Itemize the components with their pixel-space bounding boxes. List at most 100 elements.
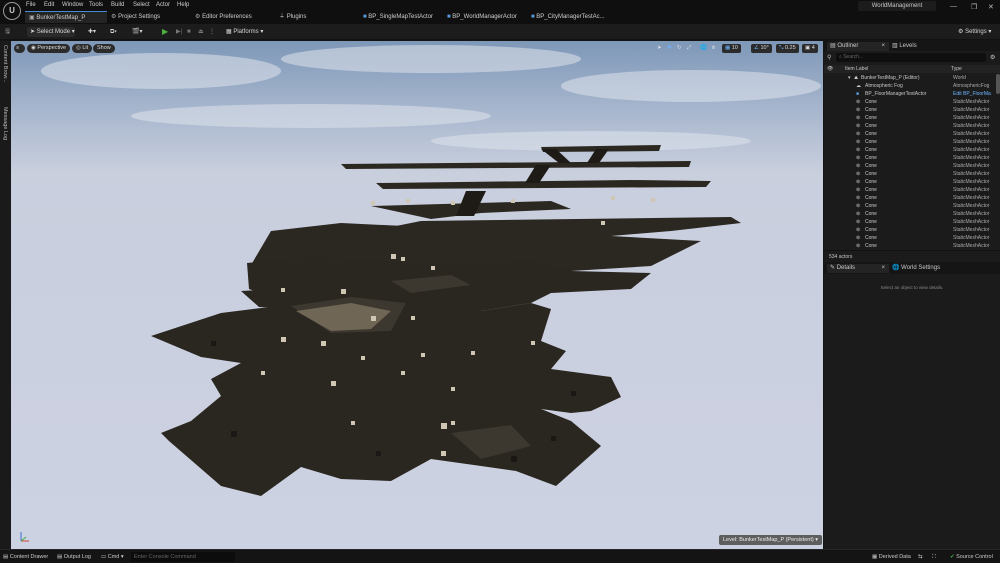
add-actor-icon[interactable]: ✚▾ [88,27,96,37]
derived-data-button[interactable]: ▦ Derived Data [872,552,911,562]
outliner-scrollbar[interactable] [996,74,1000,94]
outliner-row[interactable]: ⊚ Cone StaticMeshActor [824,170,996,178]
menu-build[interactable]: Build [111,1,124,10]
expand-icon[interactable]: ▾ [848,74,851,82]
grid-snap-toggle[interactable]: ▦ 10 [722,44,741,53]
eject-icon[interactable]: ⏏ [198,27,204,37]
more-options-icon[interactable]: ⋮ [209,27,215,37]
outliner-row[interactable]: ⊚ Cone StaticMeshActor [824,242,996,250]
tab-bp-city-manager[interactable]: ■ BP_CityManagerTestAc... [527,11,619,23]
outliner-row[interactable]: ⊚ Cone StaticMeshActor [824,194,996,202]
outliner-row[interactable]: ⊚ Cone StaticMeshActor [824,146,996,154]
row-label: Cone [865,195,877,201]
outliner-root-row[interactable]: ▾ ⛰ BunkerTestMap_P (Editor) World [824,74,996,82]
outliner-row[interactable]: ☁ Atmospheric Fog AtmosphericFog [824,82,996,90]
tab-world-settings[interactable]: 🌐 World Settings [892,264,940,273]
source-control-button[interactable]: ✔ Source Control [950,552,993,562]
row-type[interactable]: Edit BP_FloorMa [953,90,991,98]
outliner-row[interactable]: ⊚ Cone StaticMeshActor [824,162,996,170]
viewport-menu-icon[interactable]: ≡ [14,44,25,53]
console-command-input[interactable]: Enter Console Command [131,552,235,562]
world-settings-tab-label: World Settings [901,265,941,271]
select-tool-icon[interactable]: ➤ [657,44,662,53]
perspective-button[interactable]: ◉ Perspective [27,44,71,53]
outliner-row[interactable]: ⊚ Cone StaticMeshActor [824,210,996,218]
outliner-row[interactable]: ⊚ Cone StaticMeshActor [824,234,996,242]
outliner-row[interactable]: ⊚ Cone StaticMeshActor [824,218,996,226]
close-tab-icon[interactable]: × [881,264,885,273]
surface-snap-icon[interactable]: ⋔ [711,44,716,53]
outliner-row[interactable]: ⊚ Cone StaticMeshActor [824,154,996,162]
message-log-strip-tab[interactable]: Message Log [2,107,8,140]
tab-plugins[interactable]: ⏚ Plugins [275,11,357,23]
translate-tool-icon[interactable]: ✥ [667,44,672,53]
undo-history-icon[interactable]: ⇆ [918,552,923,562]
content-browser-strip-tab[interactable]: Content Brow... [2,45,8,83]
settings-button[interactable]: ⚙ Settings ▾ [958,27,991,37]
filter-icon[interactable]: ⚲ [827,54,831,61]
menu-help[interactable]: Help [177,1,189,10]
stop-icon[interactable]: ■ [187,27,191,37]
outliner-row[interactable]: ⊚ Cone StaticMeshActor [824,122,996,130]
show-button[interactable]: Show [93,44,115,53]
angle-snap-toggle[interactable]: ∠ 10° [751,44,772,53]
menu-file[interactable]: File [26,1,36,10]
maximize-icon[interactable]: ❐ [971,3,977,11]
menu-select[interactable]: Select [133,1,150,10]
outliner-row[interactable]: ⊚ Cone StaticMeshActor [824,202,996,210]
step-icon[interactable]: ▶| [176,27,182,37]
outliner-row[interactable]: ⊚ Cone StaticMeshActor [824,98,996,106]
select-mode-button[interactable]: ➤ Select Mode ▾ [27,27,75,37]
visibility-icon[interactable]: 👁 [827,65,833,73]
outliner-row[interactable]: ⊚ Cone StaticMeshActor [824,130,996,138]
col-item-label[interactable]: Item Label [845,65,868,73]
tab-bunker-test-map[interactable]: ▣ BunkerTestMap_P [25,11,107,23]
lit-button[interactable]: ◎ Lit [72,44,93,53]
tab-outliner[interactable]: ▤ Outliner × [827,42,889,51]
save-icon[interactable]: 🖫 [5,27,10,37]
world-local-icon[interactable]: 🌐 [700,44,707,53]
rotate-tool-icon[interactable]: ↻ [677,44,682,53]
outliner-row[interactable]: ■ BP_FloorManagerTestActor Edit BP_FloorMa [824,90,996,98]
unreal-logo-icon[interactable]: U [3,2,21,20]
cmd-selector[interactable]: ▭ Cmd ▾ [101,552,124,562]
notifications-icon[interactable]: ⛶ [932,552,936,562]
tab-details[interactable]: ✎ Details × [827,264,889,273]
menu-actor[interactable]: Actor [156,1,170,10]
tab-levels[interactable]: ▥ Levels [892,42,917,51]
blueprint-menu-icon[interactable]: ⧉▾ [110,27,117,37]
outliner-row[interactable]: ⊚ Cone StaticMeshActor [824,106,996,114]
level-viewport[interactable]: ≡ ◉ Perspective ◎ Lit Show ➤ ✥ ↻ ⤢ 🌐 ⋔ ▦… [11,41,823,549]
outliner-settings-icon[interactable]: ⚙ [990,54,995,61]
minimize-icon[interactable]: — [950,3,957,10]
tab-editor-preferences[interactable]: ⚙ Editor Preferences [191,11,273,23]
camera-speed-button[interactable]: ▣ 4 [802,44,818,53]
menu-tools[interactable]: Tools [89,1,103,10]
platforms-button[interactable]: ▦ Platforms ▾ [226,27,263,37]
scene-render[interactable] [11,41,823,549]
tab-project-settings[interactable]: ⚙ Project Settings [107,11,189,23]
outliner-row[interactable]: ⊚ Cone StaticMeshActor [824,138,996,146]
tab-bp-single-map[interactable]: ■ BP_SingleMapTestActor [359,11,441,23]
scale-tool-icon[interactable]: ⤢ [687,44,691,53]
current-level-indicator[interactable]: Level: BunkerTestMap_P (Persistent) ▾ [719,535,822,545]
menu-window[interactable]: Window [62,1,83,10]
outliner-row[interactable]: ⊚ Cone StaticMeshActor [824,178,996,186]
menu-edit[interactable]: Edit [44,1,54,10]
outliner-search-input[interactable]: ⌕ Search... [836,53,986,62]
col-type[interactable]: Type [951,65,962,73]
close-icon[interactable]: ✕ [988,3,994,11]
tab-bp-world-manager[interactable]: ■ BP_WorldManagerActor [443,11,525,23]
static-mesh-icon: ⊚ [856,179,861,185]
axis-gizmo-icon [20,532,29,542]
outliner-row[interactable]: ⊚ Cone StaticMeshActor [824,186,996,194]
outliner-row[interactable]: ⊚ Cone StaticMeshActor [824,114,996,122]
content-drawer-button[interactable]: ▤ Content Drawer [3,552,48,562]
scale-snap-toggle[interactable]: ⤡ 0.25 [776,44,799,53]
output-log-button[interactable]: ▤ Output Log [57,552,91,562]
outliner-panel: ▤ Outliner × ▥ Levels ⚲ ⌕ Search... ⚙ 👁 … [824,41,1000,262]
cinematics-icon[interactable]: 🎬▾ [132,27,142,37]
close-tab-icon[interactable]: × [881,42,885,51]
play-icon[interactable]: ▶ [162,27,168,37]
outliner-row[interactable]: ⊚ Cone StaticMeshActor [824,226,996,234]
